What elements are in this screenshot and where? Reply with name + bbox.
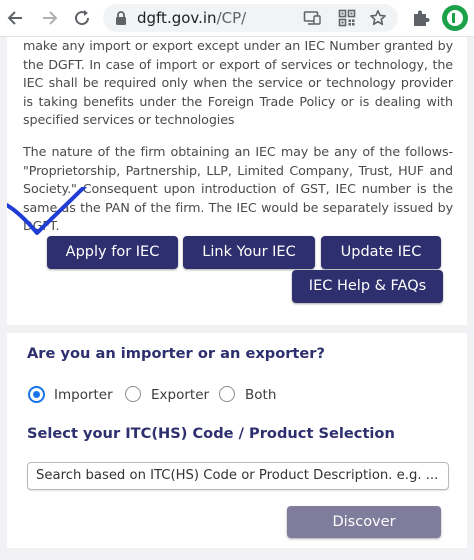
url-text[interactable]: dgft.gov.in/CP/ bbox=[137, 9, 246, 27]
iec-info-card: make any import or export except under a… bbox=[7, 37, 467, 325]
star-icon[interactable] bbox=[369, 9, 387, 27]
browser-toolbar: dgft.gov.in/CP/ bbox=[0, 0, 474, 37]
importer-exporter-question: Are you an importer or an exporter? bbox=[27, 345, 325, 362]
install-app-icon[interactable] bbox=[303, 9, 321, 27]
reload-icon[interactable] bbox=[69, 5, 95, 31]
radio-unchecked-icon[interactable] bbox=[125, 386, 141, 402]
radio-checked-icon[interactable] bbox=[28, 386, 45, 403]
itc-hs-search-input[interactable]: Search based on ITC(HS) Code or Product … bbox=[27, 462, 449, 490]
lock-icon[interactable] bbox=[113, 10, 129, 26]
address-bar[interactable]: dgft.gov.in/CP/ bbox=[103, 4, 398, 32]
iec-description-paragraph: make any import or export except under a… bbox=[23, 38, 453, 128]
link-your-iec-button[interactable]: Link Your IEC bbox=[183, 236, 315, 269]
iec-help-faqs-button[interactable]: IEC Help & FAQs bbox=[292, 270, 443, 303]
trade-search-card: Are you an importer or an exporter? Impo… bbox=[7, 333, 467, 548]
green-extension-icon[interactable] bbox=[442, 5, 468, 31]
itc-hs-selection-title: Select your ITC(HS) Code / Product Selec… bbox=[27, 425, 395, 442]
radio-unchecked-icon[interactable] bbox=[219, 386, 235, 402]
puzzle-extension-icon[interactable] bbox=[410, 7, 432, 29]
forward-arrow-icon[interactable] bbox=[36, 5, 62, 31]
discover-button[interactable]: Discover bbox=[287, 506, 441, 538]
firm-nature-paragraph: The nature of the firm obtaining an IEC … bbox=[23, 144, 453, 234]
apply-for-iec-button[interactable]: Apply for IEC bbox=[47, 236, 178, 269]
qr-code-icon[interactable] bbox=[338, 9, 356, 27]
back-arrow-icon[interactable] bbox=[3, 5, 29, 31]
update-iec-button[interactable]: Update IEC bbox=[321, 236, 441, 269]
